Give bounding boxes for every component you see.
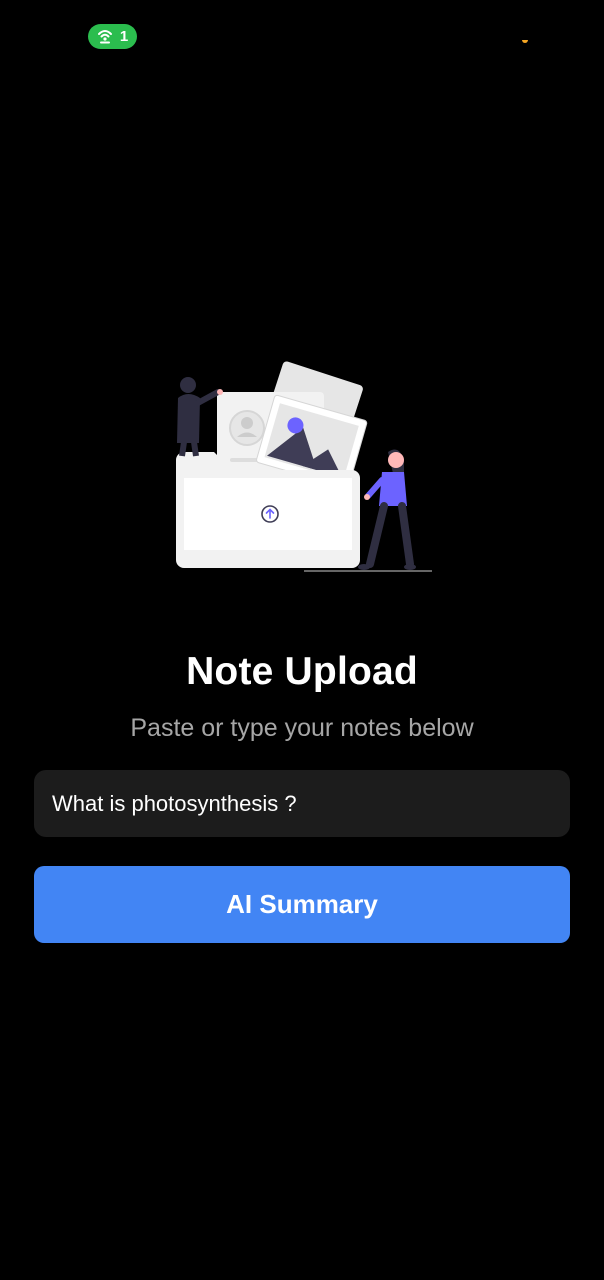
notes-input[interactable]: [34, 770, 570, 837]
ai-summary-button[interactable]: AI Summary: [34, 866, 570, 943]
upload-folder-illustration: [160, 360, 445, 580]
wifi-hotspot-icon: [97, 29, 113, 44]
status-indicator-dot: [522, 40, 528, 43]
hotspot-count: 1: [119, 28, 129, 45]
hotspot-status-badge: 1: [88, 24, 137, 49]
page-title: Note Upload: [186, 650, 418, 693]
page-subtitle: Paste or type your notes below: [130, 714, 474, 742]
